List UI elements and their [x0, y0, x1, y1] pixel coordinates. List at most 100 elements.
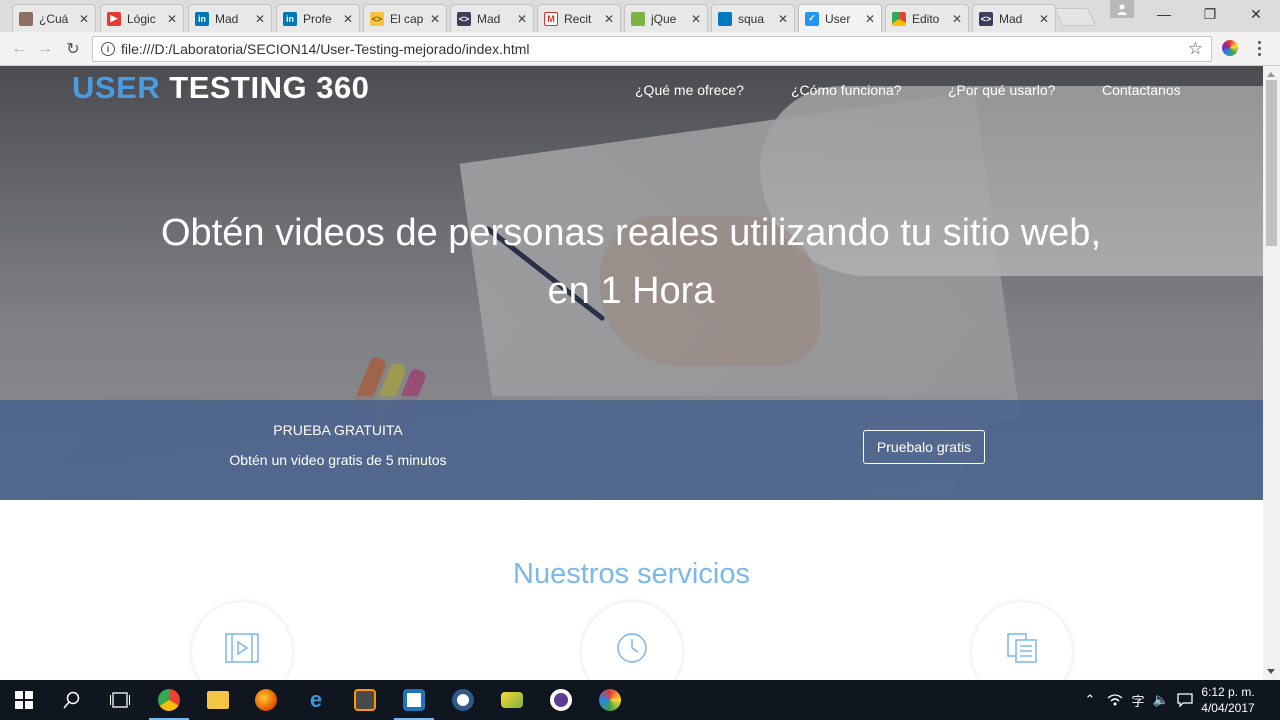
minimize-button[interactable]: — [1141, 0, 1187, 28]
address-bar[interactable]: i file:///D:/Laboratoria/SECION14/User-T… [92, 36, 1212, 62]
site-logo[interactable]: USER TESTING 360 [72, 70, 369, 106]
file-explorer-icon [207, 691, 229, 709]
tab-close-icon[interactable]: ✕ [863, 12, 877, 26]
video-file-icon [225, 633, 259, 663]
search-icon [63, 691, 80, 709]
taskbar-file-explorer[interactable] [194, 680, 242, 720]
service-card-time[interactable] [582, 602, 682, 680]
browser-tab[interactable]: M Recit ✕ [537, 4, 621, 32]
tab-close-icon[interactable]: ✕ [950, 12, 964, 26]
logo-accent-text: USER [72, 70, 161, 105]
nav-link-por-que[interactable]: ¿Por qué usarlo? [948, 82, 1055, 98]
tab-title: Mad [215, 11, 239, 26]
tab-title: Edito [912, 11, 940, 26]
tab-close-icon[interactable]: ✕ [602, 12, 616, 26]
linkedin-icon: in [283, 11, 297, 26]
tab-close-icon[interactable]: ✕ [776, 12, 790, 26]
nav-link-como-funciona[interactable]: ¿Cómo funciona? [791, 82, 902, 98]
system-clock[interactable]: 6:12 p. m. 4/04/2017 [1198, 684, 1258, 716]
clock-icon [617, 633, 647, 663]
taskbar-git[interactable] [439, 680, 487, 720]
tab-title: Lógic [127, 11, 156, 26]
notifications-icon[interactable] [1175, 690, 1195, 710]
service-card-video[interactable] [192, 602, 292, 680]
nav-link-contactanos[interactable]: Contactanos [1102, 82, 1181, 98]
tab-close-icon[interactable]: ✕ [428, 12, 442, 26]
tab-close-icon[interactable]: ✕ [515, 12, 529, 26]
reload-button[interactable]: ↻ [62, 38, 84, 60]
task-view-button[interactable] [96, 680, 144, 720]
service-card-reports[interactable] [972, 602, 1072, 680]
code-bracket-icon: <> [370, 11, 384, 26]
linkedin-icon: in [195, 11, 209, 26]
forward-button[interactable]: → [34, 38, 56, 60]
tab-close-icon[interactable]: ✕ [1037, 12, 1051, 26]
coffee-cup-icon [19, 11, 33, 26]
browser-tab[interactable]: ¿Cuá ✕ [12, 4, 96, 32]
chrome-icon [158, 689, 180, 711]
color-extension-icon[interactable] [1222, 40, 1238, 56]
logo-main-text: TESTING 360 [160, 70, 370, 105]
taskbar-firefox[interactable] [242, 680, 290, 720]
tab-close-icon[interactable]: ✕ [165, 12, 179, 26]
browser-tab[interactable]: ▶ Lógic ✕ [100, 4, 184, 32]
scroll-thumb[interactable] [1266, 80, 1277, 246]
browser-tab[interactable]: <> El cap ✕ [363, 4, 447, 32]
bookmark-star-icon[interactable]: ☆ [1188, 39, 1203, 59]
edge-icon: e [309, 687, 323, 712]
info-icon[interactable]: i [101, 42, 115, 56]
search-button[interactable] [48, 680, 96, 720]
clock-time: 6:12 p. m. [1201, 685, 1255, 699]
tab-title: User [825, 11, 851, 26]
user-icon [1117, 4, 1127, 15]
browser-tab-active[interactable]: ✓ User ✕ [798, 4, 882, 32]
tab-title: ¿Cuá [39, 11, 69, 26]
taskbar-chrome[interactable] [145, 680, 193, 720]
jquery-icon [631, 11, 645, 26]
url-text: file:///D:/Laboratoria/SECION14/User-Tes… [121, 41, 530, 57]
browser-tab[interactable]: in Profe ✕ [276, 4, 360, 32]
scroll-up-arrow-icon[interactable] [1267, 72, 1275, 77]
volume-icon[interactable]: 🔈 [1151, 690, 1171, 710]
profile-button[interactable] [1110, 0, 1134, 18]
show-hidden-icons-icon[interactable]: ⌃ [1080, 690, 1100, 710]
tab-title: Mad [999, 11, 1023, 26]
start-button[interactable] [0, 680, 48, 720]
browser-tab[interactable]: <> Mad ✕ [450, 4, 534, 32]
back-button[interactable]: ← [8, 38, 30, 60]
tab-close-icon[interactable]: ✕ [253, 12, 267, 26]
browser-tab[interactable]: squa ✕ [711, 4, 795, 32]
scroll-down-arrow-icon[interactable] [1267, 669, 1275, 674]
tab-close-icon[interactable]: ✕ [77, 12, 91, 26]
restore-button[interactable]: ❐ [1187, 0, 1233, 28]
tab-title: squa [738, 11, 765, 26]
browser-menu-icon[interactable] [1256, 39, 1262, 57]
tab-close-icon[interactable]: ✕ [341, 12, 355, 26]
taskbar-slack[interactable] [537, 680, 585, 720]
input-language-icon[interactable]: 字 [1128, 690, 1148, 710]
new-tab-button[interactable] [1053, 8, 1097, 26]
try-free-button[interactable]: Pruebalo gratis [863, 430, 985, 464]
checkbox-icon: ✓ [805, 11, 819, 26]
trial-subtitle: Obtén un video gratis de 5 minutos [229, 452, 447, 468]
tab-close-icon[interactable]: ✕ [689, 12, 703, 26]
page-scrollbar[interactable] [1263, 66, 1280, 680]
taskbar-folder-sync[interactable] [488, 680, 536, 720]
documents-icon [1007, 633, 1037, 663]
browser-tab[interactable]: <> Mad ✕ [972, 4, 1056, 32]
browser-tab[interactable]: jQue ✕ [624, 4, 708, 32]
trial-title: PRUEBA GRATUITA [273, 422, 403, 438]
hero-section: USER TESTING 360 ¿Qué me ofrece? ¿Cómo f… [0, 66, 1263, 500]
browser-tab[interactable]: in Mad ✕ [188, 4, 272, 32]
browser-tab[interactable]: Edito ✕ [885, 4, 969, 32]
tab-title: Profe [303, 11, 332, 26]
taskbar-sublime[interactable] [341, 680, 389, 720]
taskbar-edge[interactable]: e [292, 680, 340, 720]
brackets-icon [403, 689, 425, 711]
nav-link-que-ofrece[interactable]: ¿Qué me ofrece? [635, 82, 744, 98]
tab-title: Recit [564, 11, 592, 26]
taskbar-paint[interactable] [586, 680, 634, 720]
wifi-icon[interactable] [1105, 690, 1125, 710]
taskbar-brackets[interactable] [390, 680, 438, 720]
close-window-button[interactable]: ✕ [1233, 0, 1279, 28]
